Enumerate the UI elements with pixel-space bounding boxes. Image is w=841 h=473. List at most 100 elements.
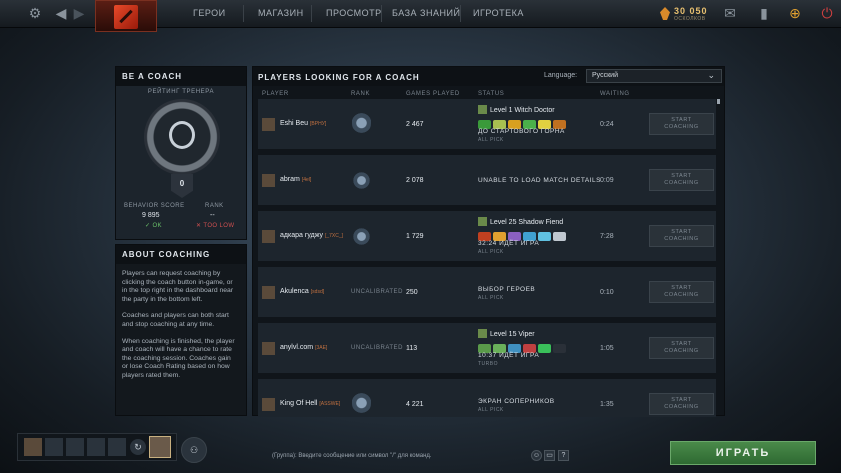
player-name[interactable]: anylvl.com [3AE] [280, 344, 327, 351]
armory-icon[interactable]: ▮ [755, 4, 773, 22]
guild-tag: [ASSWE] [319, 401, 341, 407]
hero-items [478, 228, 568, 241]
waiting-time: 0:10 [600, 289, 614, 296]
table-row: адкара гуджу [_7XC_] 1 729 Level 25 Shadow … [258, 211, 716, 261]
player-name[interactable]: abram [4el] [280, 176, 311, 183]
friends-icon[interactable]: ⚇ [181, 437, 207, 463]
start-coaching-button[interactable]: START COACHING [649, 113, 714, 135]
start-coaching-button[interactable]: START COACHING [649, 337, 714, 359]
player-name[interactable]: адкара гуджу [_7XC_] [280, 232, 343, 239]
help-icon[interactable]: ? [558, 450, 569, 461]
hero-items [478, 340, 568, 353]
player-name-text: abram [280, 176, 300, 183]
behavior-score-value: 9 895 [142, 212, 160, 219]
nav-heroes[interactable]: ГЕРОИ [193, 8, 226, 18]
player-name[interactable]: Akulenca [sdsd] [280, 288, 324, 295]
forward-arrow-icon[interactable]: ▶ [70, 4, 88, 22]
nav-store[interactable]: МАГАЗИН [258, 8, 304, 18]
power-icon[interactable]: ⏻ [818, 4, 836, 22]
match-status: UNABLE TO LOAD MATCH DETAILS [478, 177, 601, 184]
game-mode: ALL PICK [478, 407, 504, 413]
waiting-time: 1:35 [600, 401, 614, 408]
hero-portrait-icon [478, 217, 487, 226]
guild-tag: [4el] [301, 177, 312, 183]
column-header-player[interactable]: PLAYER [262, 91, 289, 97]
be-a-coach-panel: BE A COACH РЕЙТИНГ ТРЕНЕРА 0 BEHAVIOR SC… [115, 66, 247, 240]
party-slot-empty[interactable] [108, 438, 126, 456]
hero-level: Level 15 Viper [478, 329, 535, 338]
behavior-score-label: BEHAVIOR SCORE [124, 203, 185, 209]
hero-level-text: Level 25 Shadow Fiend [490, 219, 564, 226]
player-avatar[interactable] [262, 286, 275, 299]
shards-value: 30 050 [674, 6, 708, 16]
start-coaching-label: START [671, 285, 692, 291]
party-slot-empty[interactable] [87, 438, 105, 456]
nav-divider [381, 5, 382, 22]
match-status: 10:37 ИДЁТ ИГРА [478, 352, 540, 359]
column-header-games[interactable]: GAMES PLAYED [406, 91, 460, 97]
start-coaching-button[interactable]: START COACHING [649, 393, 714, 415]
column-header-waiting[interactable]: WAITING [600, 91, 630, 97]
waiting-time: 7:28 [600, 233, 614, 240]
hero-level: Level 1 Witch Doctor [478, 105, 555, 114]
player-avatar[interactable] [262, 118, 275, 131]
play-button[interactable]: ИГРАТЬ [670, 441, 816, 465]
chat-window-icon[interactable]: ▭ [544, 450, 555, 461]
about-coaching-panel: ABOUT COACHING Players can request coach… [115, 244, 247, 416]
plus-icon[interactable]: ⊕ [786, 4, 804, 22]
waiting-time: 1:05 [600, 345, 614, 352]
hero-level: Level 25 Shadow Fiend [478, 217, 563, 226]
player-avatar[interactable] [262, 230, 275, 243]
chat-input[interactable]: (Группа): Введите сообщение или символ "… [272, 453, 432, 459]
panel-title: BE A COACH [116, 67, 246, 86]
party-slot-empty[interactable] [45, 438, 63, 456]
column-header-rank[interactable]: RANK [351, 91, 370, 97]
players-list-header: PLAYERS LOOKING FOR A COACH Language: Ру… [253, 67, 724, 86]
start-coaching-label: COACHING [664, 124, 699, 130]
emoji-icon[interactable]: ☺ [531, 450, 542, 461]
scrollbar-thumb[interactable] [717, 99, 720, 104]
player-name[interactable]: Eshi Beu [ВРНУ] [280, 120, 326, 127]
mail-icon[interactable]: ✉ [721, 4, 739, 22]
start-coaching-button[interactable]: START COACHING [649, 281, 714, 303]
coach-rating-label: РЕЙТИНГ ТРЕНЕРА [147, 89, 215, 95]
start-coaching-label: COACHING [664, 180, 699, 186]
about-paragraph: When coaching is finished, the player an… [122, 337, 235, 379]
party-slot-empty[interactable] [66, 438, 84, 456]
game-mode: ALL PICK [478, 295, 504, 301]
player-name-text: Eshi Beu [280, 120, 309, 127]
rank-medal-icon [352, 227, 371, 246]
rank-medal-icon [352, 390, 371, 416]
party-slot-avatar[interactable] [24, 438, 42, 456]
player-name[interactable]: King Of Hell [ASSWE] [280, 400, 340, 407]
start-coaching-label: START [671, 117, 692, 123]
nav-watch[interactable]: ПРОСМОТР [326, 8, 382, 18]
match-status: ВЫБОР ГЕРОЕВ [478, 286, 536, 293]
player-avatar[interactable] [262, 174, 275, 187]
player-avatar[interactable] [262, 398, 275, 411]
player-avatar[interactable] [262, 342, 275, 355]
about-paragraph: Coaches and players can both start and s… [122, 312, 229, 328]
start-coaching-button[interactable]: START COACHING [649, 169, 714, 191]
waiting-time: 0:24 [600, 121, 614, 128]
back-arrow-icon[interactable]: ◀ [52, 4, 70, 22]
dota-logo-button[interactable] [95, 0, 157, 32]
coach-rating-value: 0 [171, 174, 193, 198]
start-coaching-label: START [671, 341, 692, 347]
dota-logo-icon [114, 5, 138, 29]
refresh-icon[interactable]: ↻ [130, 439, 146, 455]
top-bar: ⚙ ◀ ▶ ГЕРОИ МАГАЗИН ПРОСМОТР БАЗА ЗНАНИЙ… [0, 0, 841, 32]
settings-gear-icon[interactable]: ⚙ [26, 4, 44, 22]
column-header-status[interactable]: STATUS [478, 91, 504, 97]
language-value: Русский [592, 72, 618, 79]
rank-medal-icon [352, 110, 371, 136]
start-coaching-button[interactable]: START COACHING [649, 225, 714, 247]
table-row: Eshi Beu [ВРНУ] 2 467 Level 1 Witch Doctor Д… [258, 99, 716, 149]
language-select[interactable]: Русский ⌄ [586, 69, 722, 83]
game-mode: ALL PICK [478, 249, 504, 255]
item-icon [553, 344, 566, 353]
shard-icon [660, 7, 670, 20]
nav-learn[interactable]: БАЗА ЗНАНИЙ [392, 8, 460, 18]
party-rank-icon[interactable] [149, 436, 171, 458]
nav-arcade[interactable]: ИГРОТЕКА [473, 8, 524, 18]
